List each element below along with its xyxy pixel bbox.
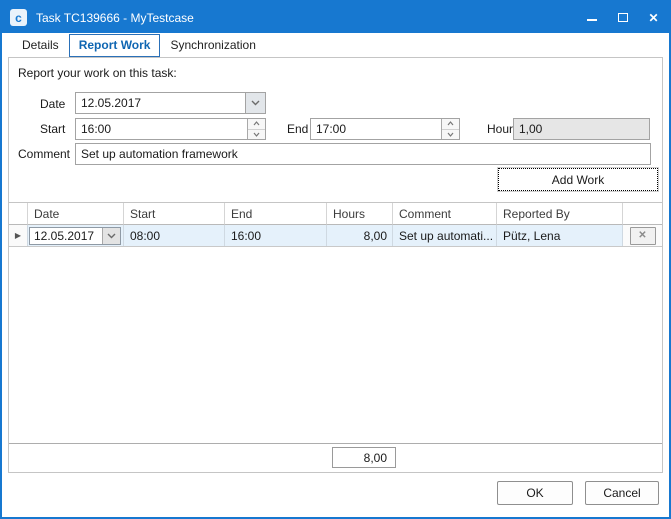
grid-header-comment[interactable]: Comment (393, 203, 497, 225)
comment-label: Comment (18, 147, 70, 161)
delete-row-icon: ✕ (638, 230, 646, 241)
row-start-cell[interactable]: 08:00 (124, 225, 225, 246)
maximize-button[interactable] (607, 2, 638, 33)
row-date-cell[interactable]: 12.05.2017 (28, 225, 124, 246)
row-date-editor[interactable]: 12.05.2017 (29, 227, 121, 245)
total-hours-value: 8,00 (364, 451, 387, 465)
grid-header-start[interactable]: Start (124, 203, 225, 225)
date-label: Date (40, 97, 65, 111)
grid-header-hours[interactable]: Hours (327, 203, 393, 225)
titlebar: c Task TC139666 - MyTestcase ✕ (2, 2, 669, 33)
spinner-up-button[interactable] (248, 119, 265, 130)
row-date-value: 12.05.2017 (30, 229, 102, 243)
row-date-dropdown-button[interactable] (102, 228, 120, 244)
comment-input[interactable] (76, 144, 650, 164)
chevron-down-icon (251, 100, 260, 106)
chevron-up-icon (253, 121, 260, 126)
titlebar-buttons: ✕ (576, 2, 669, 33)
end-label: End (287, 122, 308, 136)
date-input[interactable] (76, 93, 245, 113)
work-grid: Date Start End Hours Comment Reported By… (9, 202, 662, 247)
grid-header-end[interactable]: End (225, 203, 327, 225)
ok-button-label: OK (526, 486, 543, 500)
chevron-up-icon (447, 121, 454, 126)
add-work-label: Add Work (552, 173, 604, 187)
date-field (75, 92, 266, 114)
add-work-button[interactable]: Add Work (498, 168, 658, 191)
close-button[interactable]: ✕ (638, 2, 669, 33)
row-end-cell[interactable]: 16:00 (225, 225, 327, 246)
start-label: Start (40, 122, 65, 136)
tab-synchronization[interactable]: Synchronization (160, 34, 265, 57)
hours-field (513, 118, 650, 140)
grid-header-delete (623, 203, 662, 225)
hours-input (514, 119, 649, 139)
spinner-down-button[interactable] (248, 130, 265, 140)
end-input[interactable] (311, 119, 441, 139)
grid-header-date[interactable]: Date (28, 203, 124, 225)
maximize-icon (618, 13, 628, 22)
chevron-down-icon (253, 132, 260, 137)
spinner-down-button[interactable] (442, 130, 459, 140)
minimize-button[interactable] (576, 2, 607, 33)
grid-header-selector (9, 203, 28, 225)
row-delete-cell: ✕ (623, 225, 662, 246)
cancel-button[interactable]: Cancel (585, 481, 659, 505)
row-hours-cell[interactable]: 8,00 (327, 225, 393, 246)
start-input[interactable] (76, 119, 247, 139)
minimize-icon (587, 19, 597, 21)
task-dialog-window: c Task TC139666 - MyTestcase ✕ Details R… (0, 0, 671, 519)
grid-header-reported-by[interactable]: Reported By (497, 203, 623, 225)
row-selector-arrow-icon: ▶ (15, 231, 21, 240)
ok-button[interactable]: OK (497, 481, 573, 505)
report-work-panel: Report your work on this task: Date Star… (8, 57, 663, 473)
spinner-up-button[interactable] (442, 119, 459, 130)
end-field (310, 118, 460, 140)
row-selector-cell[interactable]: ▶ (9, 225, 28, 246)
tab-details[interactable]: Details (12, 34, 69, 57)
chevron-down-icon (447, 132, 454, 137)
app-logo-letter: c (15, 12, 22, 24)
start-field (75, 118, 266, 140)
cancel-button-label: Cancel (603, 486, 640, 500)
grid-header-row: Date Start End Hours Comment Reported By (9, 203, 662, 225)
window-title: Task TC139666 - MyTestcase (36, 11, 576, 25)
comment-field (75, 143, 651, 165)
row-reported-by-cell[interactable]: Pütz, Lena (497, 225, 623, 246)
total-hours-box: 8,00 (332, 447, 396, 468)
close-icon: ✕ (648, 12, 658, 24)
date-dropdown-button[interactable] (245, 93, 265, 113)
start-spinner (247, 119, 265, 139)
app-logo-icon: c (10, 9, 27, 26)
table-row[interactable]: ▶ 12.05.2017 08:00 16:00 8,00 Set up aut… (9, 225, 662, 247)
row-comment-cell[interactable]: Set up automati... (393, 225, 497, 246)
tab-bar: Details Report Work Synchronization (12, 35, 266, 57)
report-work-heading: Report your work on this task: (18, 66, 177, 80)
end-spinner (441, 119, 459, 139)
delete-row-button[interactable]: ✕ (630, 227, 656, 245)
grid-summary-row: 8,00 (9, 443, 662, 472)
chevron-down-icon (107, 233, 116, 239)
tab-report-work[interactable]: Report Work (69, 34, 161, 57)
